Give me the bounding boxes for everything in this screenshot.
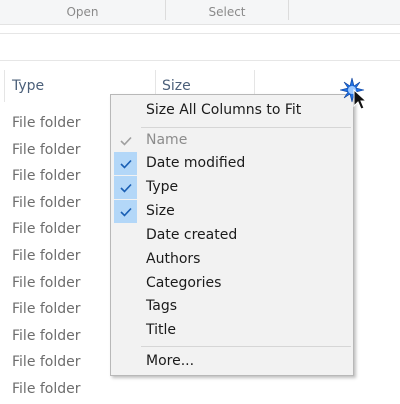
menu-item-date-created[interactable]: Date created: [111, 224, 353, 247]
mouse-pointer-icon: [339, 76, 368, 114]
table-row[interactable]: File folder: [0, 376, 400, 403]
column-context-menu: Size All Columns to Fit Name Date modifi…: [110, 94, 354, 376]
menu-item-label: Categories: [146, 275, 222, 291]
ribbon-divider: [288, 0, 289, 20]
menu-item-type[interactable]: Type: [111, 176, 353, 199]
checkmark-icon: [114, 129, 137, 152]
menu-item-authors[interactable]: Authors: [111, 248, 353, 271]
menu-item-label: Type: [146, 179, 179, 195]
menu-separator: [141, 346, 351, 347]
menu-item-title[interactable]: Title: [111, 319, 353, 342]
menu-item-label: Date created: [146, 227, 238, 243]
menu-item-label: Tags: [146, 298, 177, 314]
menu-item-label: Size: [146, 203, 175, 219]
checkmark-icon: [114, 152, 137, 175]
address-bar: [0, 33, 400, 61]
menu-item-name: Name: [111, 129, 353, 152]
ribbon-toolbar: Open Select: [0, 0, 400, 25]
menu-item-label: Name: [146, 132, 188, 148]
menu-item-size[interactable]: Size: [111, 200, 353, 223]
menu-item-categories[interactable]: Categories: [111, 272, 353, 295]
menu-item-label: Date modified: [146, 155, 246, 171]
ribbon-group-select[interactable]: Select: [166, 0, 288, 24]
menu-item-label: More...: [146, 353, 195, 369]
menu-item-date-modified[interactable]: Date modified: [111, 152, 353, 175]
menu-item-tags[interactable]: Tags: [111, 295, 353, 318]
menu-item-label: Title: [146, 322, 177, 338]
menu-separator: [141, 127, 351, 128]
ribbon-group-open[interactable]: Open: [0, 0, 165, 24]
menu-item-more[interactable]: More...: [111, 350, 353, 373]
menu-item-size-all-columns[interactable]: Size All Columns to Fit: [111, 99, 353, 122]
checkmark-icon: [114, 200, 137, 223]
menu-item-label: Size All Columns to Fit: [146, 102, 302, 118]
menu-item-label: Authors: [146, 251, 201, 267]
checkmark-icon: [114, 176, 137, 199]
